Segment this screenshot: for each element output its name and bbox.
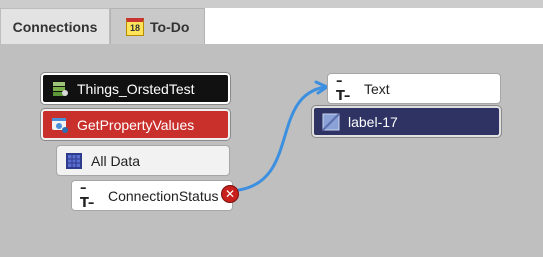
- node-all-data[interactable]: All Data: [56, 145, 230, 176]
- service-icon: [51, 116, 69, 134]
- thing-icon: [51, 80, 69, 98]
- node-label-17-label: label-17: [348, 113, 398, 130]
- node-things-label: Things_OrstedTest: [77, 80, 195, 97]
- label-widget-icon: [322, 112, 340, 131]
- grid-icon: [65, 152, 83, 170]
- node-label-17[interactable]: label-17: [312, 106, 501, 137]
- node-text-label: Text: [364, 80, 390, 97]
- node-things-orstedtest[interactable]: Things_OrstedTest: [41, 73, 230, 104]
- node-connstatus-label: ConnectionStatus: [108, 187, 219, 204]
- node-alldata-label: All Data: [91, 152, 141, 169]
- node-connectionstatus[interactable]: –T– ConnectionStatus: [71, 180, 233, 211]
- remove-connection-icon[interactable]: ✕: [221, 185, 239, 203]
- node-getprop-label: GetPropertyValues: [77, 116, 195, 133]
- node-text[interactable]: –T– Text: [327, 73, 501, 104]
- text-type-icon: –T–: [336, 73, 350, 104]
- text-type-icon: –T–: [80, 180, 94, 211]
- node-getpropertyvalues[interactable]: GetPropertyValues: [41, 109, 230, 140]
